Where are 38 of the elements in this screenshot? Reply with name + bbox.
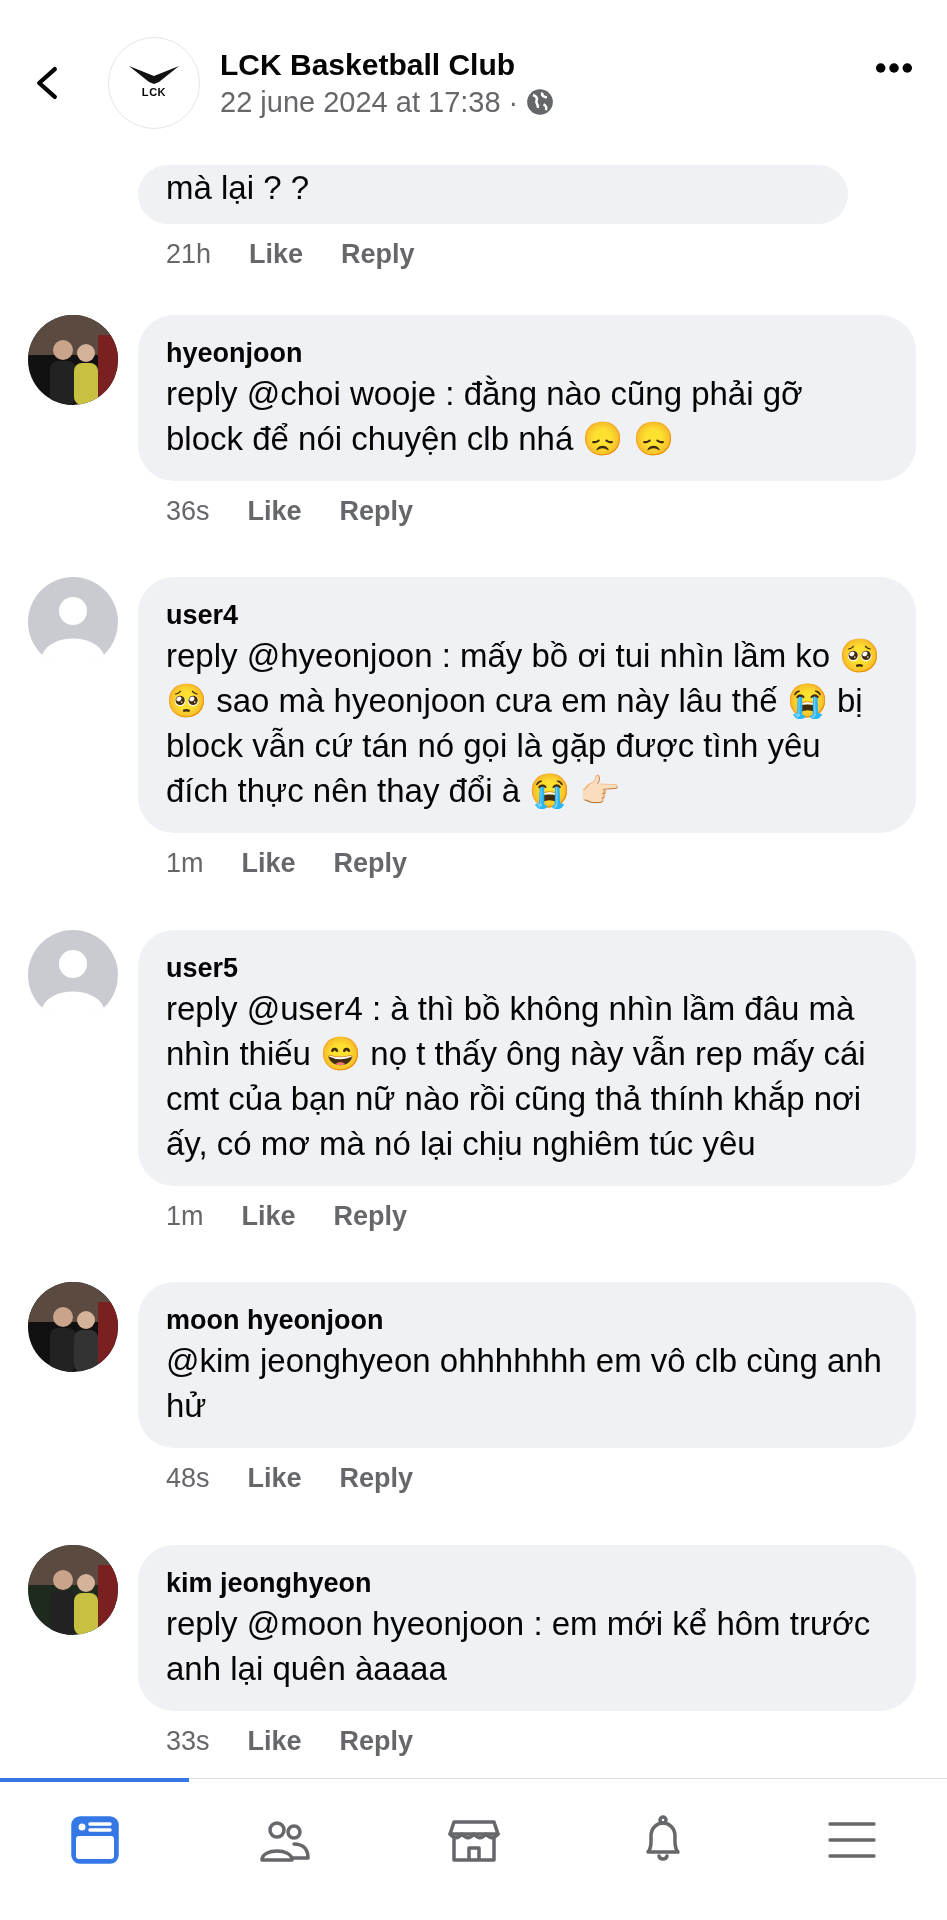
- more-icon[interactable]: [875, 62, 913, 74]
- default-avatar-icon: [28, 577, 118, 667]
- comment-text: reply @moon hyeonjoon : em mới kể hôm trước anh lại quên àaaaa: [166, 1603, 872, 1689]
- like-button[interactable]: Like: [247, 490, 302, 531]
- comment-text: mà lại ? ?: [166, 168, 311, 208]
- like-button[interactable]: Like: [241, 1195, 296, 1236]
- reply-button[interactable]: Reply: [333, 843, 408, 884]
- like-button[interactable]: Like: [241, 843, 296, 884]
- reply-button[interactable]: Reply: [333, 1195, 408, 1236]
- comment-text: reply @user4 : à thì bồ không nhìn lầm đâu mà nhìn thiếu 😄 nọ t thấy ông này vẫn rep mấy cái cmt của bạn nữ nào rồi cũng thả thính khắp nơi ấy, có mơ mà nó lại chịu nghiêm túc yêu: [166, 988, 867, 1164]
- commenter-name[interactable]: kim jeonghyeon: [166, 1564, 888, 1601]
- reply-button[interactable]: Reply: [339, 1720, 414, 1761]
- comment-time: 21h: [166, 238, 212, 271]
- comment-text: @kim jeonghyeon ohhhhhhh em vô clb cùng anh hử: [166, 1341, 883, 1426]
- logo-text: LCK: [141, 85, 167, 101]
- comment-time: 36s: [166, 494, 210, 528]
- commenter-name[interactable]: user5: [166, 949, 888, 986]
- globe-icon: [526, 87, 555, 116]
- comment-text: reply @hyeonjoon : mấy bồ ơi tui nhìn lầm ko 🥺 🥺 sao mà hyeonjoon cưa em này lâu thế 😭 bị block vẫn cứ tán nó gọi là gặp được tình yêu đích thực nên thay đổi à 😭 👉🏻: [166, 636, 882, 811]
- comment-time: 1m: [166, 1199, 204, 1233]
- timestamp: 22 june 2024 at 17:38: [220, 84, 501, 120]
- reply-button[interactable]: Reply: [339, 1458, 414, 1499]
- reply-button[interactable]: Reply: [341, 234, 415, 275]
- separator: ·: [508, 84, 519, 120]
- reply-button[interactable]: Reply: [339, 490, 414, 531]
- commenter-name[interactable]: user4: [166, 597, 888, 633]
- commenter-name[interactable]: moon hyeonjoon: [166, 1302, 888, 1338]
- like-button[interactable]: Like: [249, 234, 304, 275]
- page-name[interactable]: LCK Basketball Club: [220, 45, 875, 84]
- comment-time: 33s: [166, 1724, 210, 1758]
- bird-logo-icon: [129, 64, 179, 85]
- commenter-name[interactable]: hyeonjoon: [166, 334, 888, 371]
- like-button[interactable]: Like: [247, 1720, 302, 1761]
- comment-text: reply @choi wooje : đằng nào cũng phải gỡ block để nói chuyện clb nhá 😞 😞: [166, 373, 804, 459]
- default-avatar-icon: [28, 929, 118, 1020]
- comment-time: 48s: [166, 1462, 210, 1495]
- like-button[interactable]: Like: [247, 1458, 302, 1499]
- comment-time: 1m: [166, 847, 204, 880]
